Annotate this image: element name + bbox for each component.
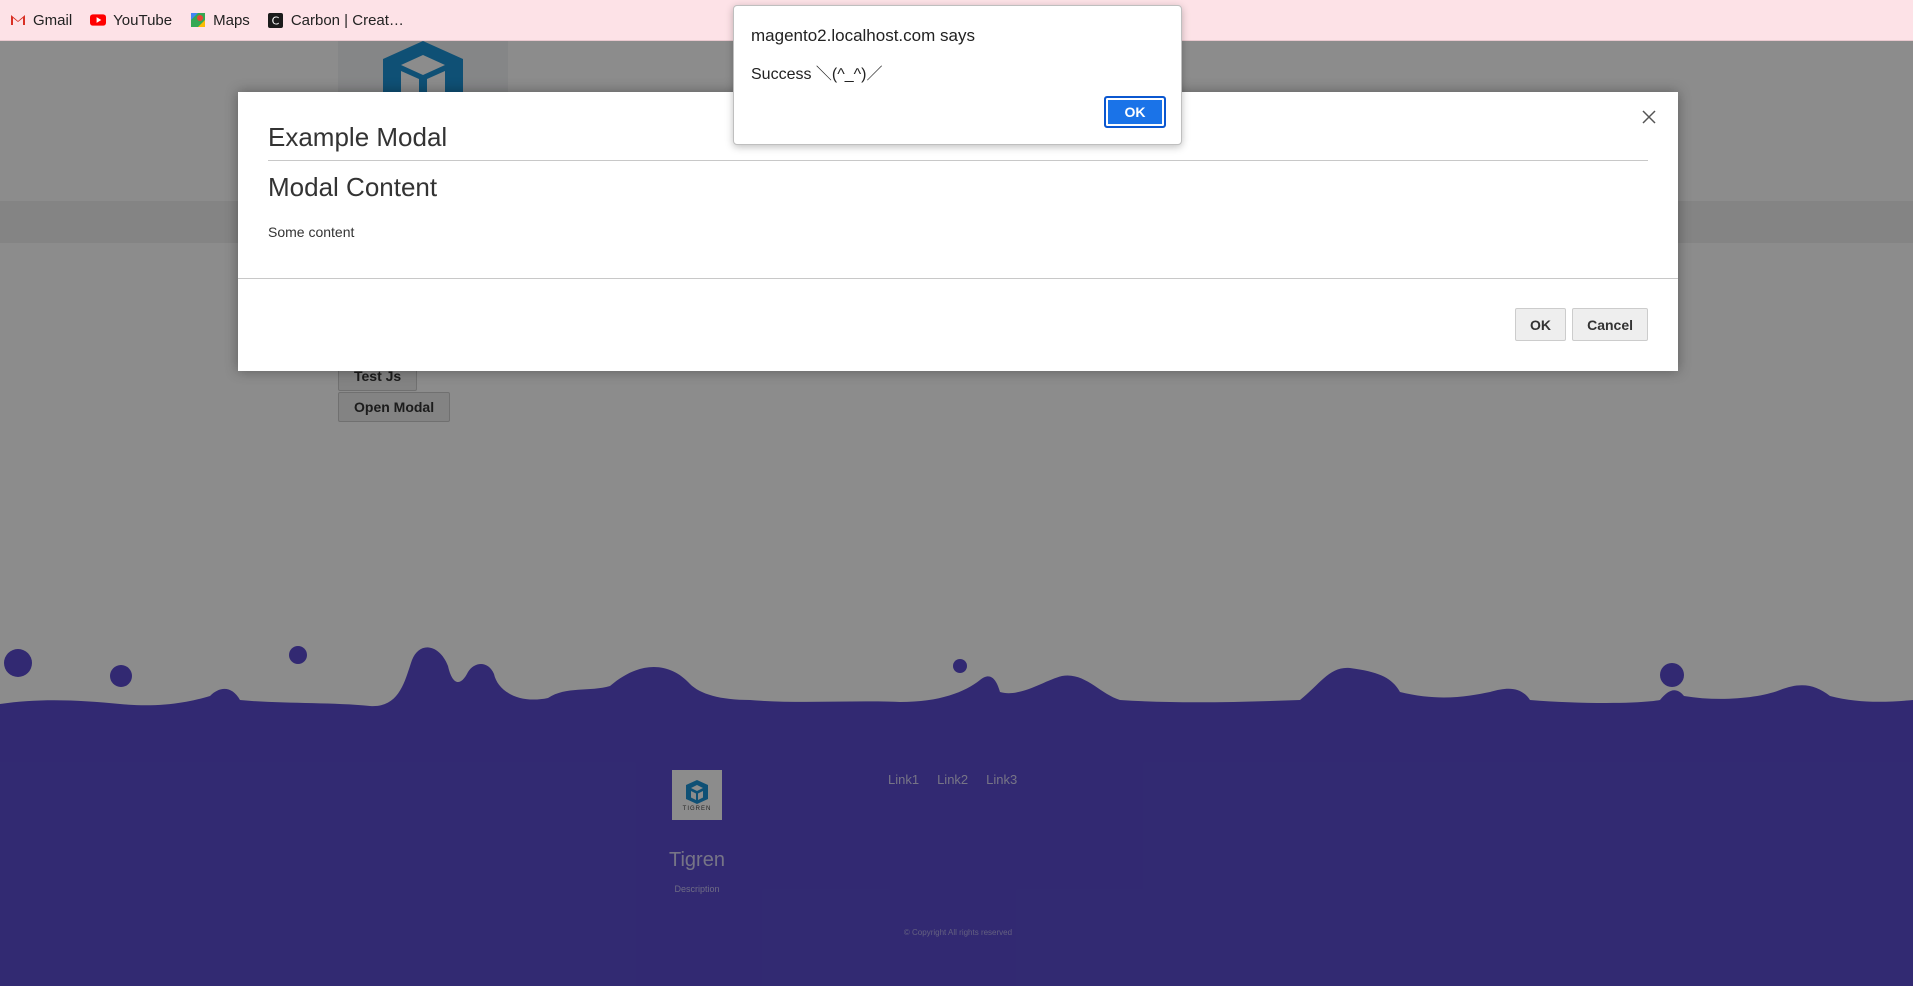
browser-alert-dialog: magento2.localhost.com says Success ＼(^_… xyxy=(733,5,1182,145)
modal-footer-divider xyxy=(238,278,1678,279)
bookmark-carbon[interactable]: C Carbon | Creat… xyxy=(268,12,404,29)
bookmark-label: Maps xyxy=(213,11,250,29)
modal-ok-button[interactable]: OK xyxy=(1515,308,1566,341)
bookmark-label: Gmail xyxy=(33,11,73,29)
alert-ok-button[interactable]: OK xyxy=(1104,96,1166,128)
alert-message: Success ＼(^_^)／ xyxy=(751,66,883,83)
bookmark-gmail[interactable]: Gmail xyxy=(10,12,72,29)
modal-content-heading: Modal Content xyxy=(268,172,438,202)
modal-title: Example Modal xyxy=(268,122,448,152)
alert-title: magento2.localhost.com says xyxy=(751,26,975,45)
bookmark-maps[interactable]: Maps xyxy=(190,12,250,29)
carbon-icon: C xyxy=(268,12,284,28)
maps-icon xyxy=(190,13,206,27)
modal-content-text: Some content xyxy=(268,224,355,240)
bookmark-label: Carbon | Creat… xyxy=(290,11,404,29)
bookmark-youtube[interactable]: YouTube xyxy=(90,12,172,29)
modal-cancel-button[interactable]: Cancel xyxy=(1572,308,1648,341)
gmail-icon xyxy=(10,13,26,27)
modal-close-button[interactable] xyxy=(1634,102,1664,132)
modal-divider xyxy=(268,160,1648,161)
close-icon xyxy=(1642,110,1656,124)
youtube-icon xyxy=(90,13,107,27)
svg-text:C: C xyxy=(272,14,280,27)
bookmark-label: YouTube xyxy=(113,11,173,29)
